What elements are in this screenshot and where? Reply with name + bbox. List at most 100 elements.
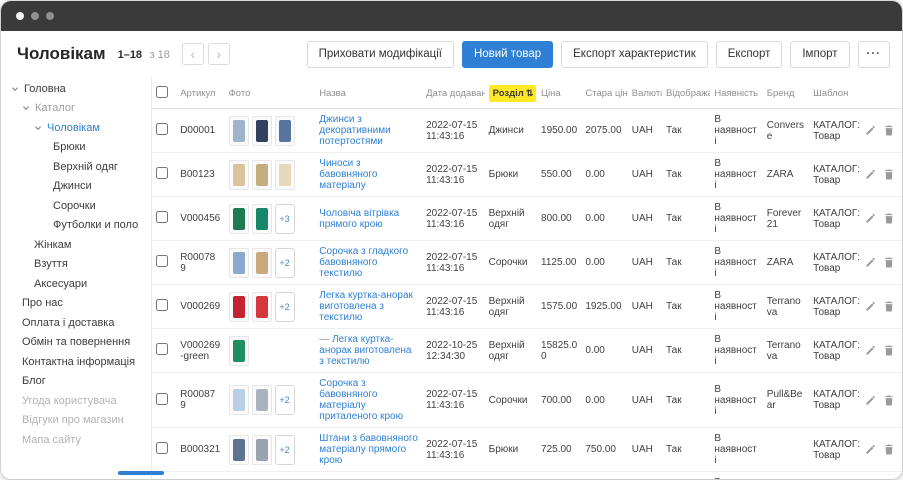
sidebar-item[interactable]: Про нас xyxy=(11,294,151,314)
product-name-link[interactable]: Штани з бавовняного матеріалу прямого кр… xyxy=(319,433,418,466)
column-header[interactable]: Бренд xyxy=(763,77,809,109)
product-photo[interactable] xyxy=(229,385,249,415)
window-control-dot[interactable] xyxy=(16,12,24,20)
edit-icon[interactable] xyxy=(866,257,876,268)
select-all-checkbox[interactable] xyxy=(156,86,168,98)
edit-icon[interactable] xyxy=(866,444,876,455)
row-checkbox[interactable] xyxy=(156,442,168,454)
product-photo[interactable] xyxy=(252,204,272,234)
edit-icon[interactable] xyxy=(866,213,876,224)
delete-icon[interactable] xyxy=(884,395,894,406)
sidebar-item[interactable]: Жінкам xyxy=(11,235,151,255)
chevron-down-icon[interactable] xyxy=(34,124,47,132)
row-checkbox[interactable] xyxy=(156,123,168,135)
product-photo[interactable] xyxy=(252,479,272,480)
more-actions-button[interactable]: ··· xyxy=(858,41,891,68)
edit-icon[interactable] xyxy=(866,301,876,312)
hide-modifications-button[interactable]: Приховати модифікації xyxy=(307,41,454,68)
sidebar-item[interactable]: Аксесуари xyxy=(11,274,151,294)
product-name-link[interactable]: Чоловіча вітрівка прямого крою xyxy=(319,208,399,230)
row-checkbox[interactable] xyxy=(156,211,168,223)
column-header[interactable]: Назва xyxy=(315,77,422,109)
column-header[interactable]: Шаблон xyxy=(809,77,865,109)
window-control-dot[interactable] xyxy=(31,12,39,20)
edit-icon[interactable] xyxy=(866,169,876,180)
sort-icon[interactable]: ⇅ xyxy=(526,88,534,98)
column-header[interactable]: Дата додавання xyxy=(422,77,485,109)
edit-icon[interactable] xyxy=(866,125,876,136)
column-header[interactable]: Валюта xyxy=(628,77,662,109)
product-photo[interactable] xyxy=(252,435,272,465)
column-header[interactable]: Відображати xyxy=(662,77,710,109)
product-photo[interactable] xyxy=(229,292,249,322)
delete-icon[interactable] xyxy=(884,213,894,224)
delete-icon[interactable] xyxy=(884,169,894,180)
column-header[interactable]: Ціна xyxy=(537,77,581,109)
product-photo[interactable] xyxy=(252,116,272,146)
column-header[interactable]: Наявність xyxy=(710,77,762,109)
delete-icon[interactable] xyxy=(884,301,894,312)
edit-icon[interactable] xyxy=(866,395,876,406)
more-photos-badge[interactable]: +2 xyxy=(275,385,295,415)
product-photo[interactable] xyxy=(252,248,272,278)
sidebar-item[interactable]: Брюки xyxy=(11,138,151,158)
row-checkbox[interactable] xyxy=(156,167,168,179)
row-checkbox[interactable] xyxy=(156,255,168,267)
sidebar-item[interactable]: Мапа сайту xyxy=(11,430,151,450)
delete-icon[interactable] xyxy=(884,345,894,356)
sidebar-item[interactable]: Оплата і доставка xyxy=(11,313,151,333)
edit-icon[interactable] xyxy=(866,345,876,356)
product-name-link[interactable]: Сорочка з гладкого бавовняного текстилю xyxy=(319,246,408,279)
product-photo[interactable] xyxy=(229,336,249,366)
product-photo[interactable] xyxy=(229,435,249,465)
sidebar-item[interactable]: Футболки и поло xyxy=(11,216,151,236)
sidebar-item[interactable]: Сорочки xyxy=(11,196,151,216)
product-photo[interactable] xyxy=(229,116,249,146)
sidebar-item[interactable]: Блог xyxy=(11,372,151,392)
more-photos-badge[interactable]: +2 xyxy=(275,435,295,465)
import-button[interactable]: Імпорт xyxy=(790,41,849,68)
sidebar-item[interactable]: Джинси xyxy=(11,177,151,197)
product-photo[interactable] xyxy=(229,248,249,278)
more-photos-badge[interactable]: +3 xyxy=(275,204,295,234)
row-checkbox[interactable] xyxy=(156,393,168,405)
sidebar-item[interactable]: Обмін та повернення xyxy=(11,333,151,353)
column-header[interactable]: Розділ⇅ xyxy=(485,77,537,109)
product-photo[interactable] xyxy=(275,116,295,146)
sidebar-item[interactable]: Головна xyxy=(11,79,151,99)
product-name-link[interactable]: Чиноси з бавовняного матеріалу xyxy=(319,158,377,191)
sidebar-item[interactable]: Угода користувача xyxy=(11,391,151,411)
horizontal-scrollbar-thumb[interactable] xyxy=(118,471,164,475)
column-header[interactable]: Фото xyxy=(225,77,316,109)
product-photo[interactable] xyxy=(275,160,295,190)
product-photo[interactable] xyxy=(252,292,272,322)
export-button[interactable]: Експорт xyxy=(716,41,783,68)
product-photo[interactable] xyxy=(229,160,249,190)
pagination-prev-button[interactable]: ‹ xyxy=(182,43,204,65)
sidebar-item[interactable]: Взуття xyxy=(11,255,151,275)
product-photo[interactable] xyxy=(252,385,272,415)
delete-icon[interactable] xyxy=(884,444,894,455)
more-photos-badge[interactable]: +2 xyxy=(275,292,295,322)
new-product-button[interactable]: Новий товар xyxy=(462,41,553,68)
row-checkbox[interactable] xyxy=(156,343,168,355)
product-photo[interactable] xyxy=(252,160,272,190)
sidebar-item[interactable]: Відгуки про магазин xyxy=(11,411,151,431)
delete-icon[interactable] xyxy=(884,125,894,136)
column-header[interactable]: Артикул xyxy=(176,77,224,109)
sidebar-item[interactable]: Каталог xyxy=(11,99,151,119)
row-checkbox[interactable] xyxy=(156,299,168,311)
sorted-column-highlight[interactable]: Розділ⇅ xyxy=(489,85,537,102)
product-photo[interactable] xyxy=(229,204,249,234)
pagination-next-button[interactable]: › xyxy=(208,43,230,65)
column-header[interactable]: Стара ціна xyxy=(581,77,627,109)
export-characteristics-button[interactable]: Експорт характеристик xyxy=(561,41,708,68)
sidebar-item[interactable]: Верхній одяг xyxy=(11,157,151,177)
more-photos-badge[interactable]: +2 xyxy=(275,248,295,278)
sidebar-item[interactable]: Контактна інформація xyxy=(11,352,151,372)
product-name-link[interactable]: Легка куртка-анорак виготовлена з тексти… xyxy=(319,290,413,323)
product-name-link[interactable]: Джинси з декоративними потертостями xyxy=(319,114,390,147)
delete-icon[interactable] xyxy=(884,257,894,268)
product-photo[interactable] xyxy=(229,479,249,480)
chevron-down-icon[interactable] xyxy=(11,85,24,93)
